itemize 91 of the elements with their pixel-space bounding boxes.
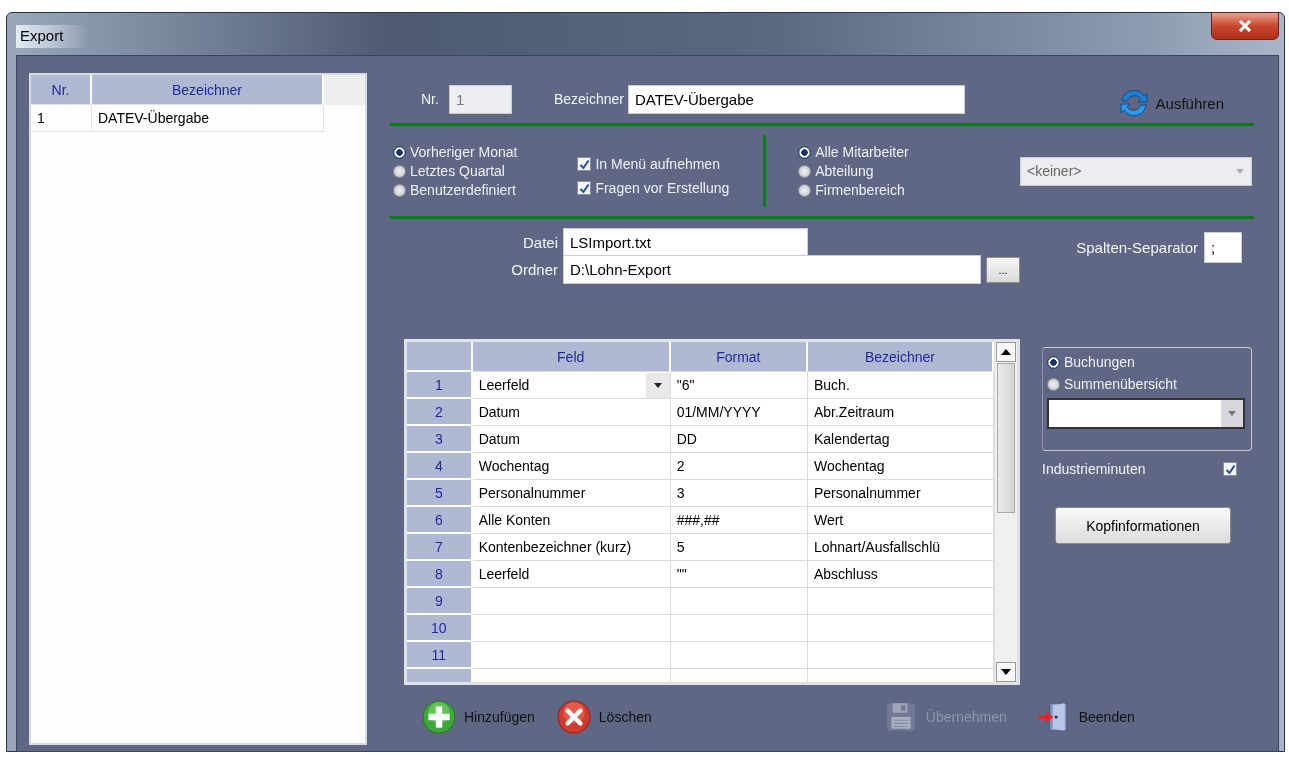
- table-cell: 3: [670, 480, 808, 507]
- plus-icon: [422, 700, 456, 734]
- radio-label[interactable]: Abteilung: [815, 163, 874, 179]
- summary-dropdown[interactable]: [1047, 398, 1245, 429]
- checkbox[interactable]: Fragen vor Erstellung: [577, 180, 730, 196]
- table-cell: "6": [670, 372, 808, 399]
- column-header[interactable]: Nr.: [31, 75, 92, 105]
- close-icon: [1238, 20, 1252, 32]
- column-header[interactable]: Format: [670, 342, 808, 372]
- up-arrow-icon[interactable]: [1001, 349, 1011, 355]
- close-button[interactable]: [1211, 12, 1279, 40]
- down-arrow-icon[interactable]: [1001, 669, 1011, 675]
- field-label: Ordner: [511, 261, 558, 278]
- table-cell: ###,##: [670, 507, 808, 534]
- radio-button[interactable]: [798, 164, 812, 178]
- row-header[interactable]: 10: [407, 615, 473, 642]
- column-header[interactable]: Bezeichner: [92, 75, 324, 105]
- radio-label[interactable]: Firmenbereich: [815, 182, 905, 198]
- separator-field[interactable]: ;: [1204, 232, 1242, 263]
- folder-field[interactable]: D:\Lohn-Export: [563, 255, 981, 284]
- checkbox[interactable]: [1223, 462, 1237, 476]
- table-cell: Abr.Zeitraum: [807, 399, 994, 426]
- radio-label[interactable]: Summenübersicht: [1064, 376, 1177, 392]
- checkmark-icon: [578, 158, 590, 170]
- scrollbar[interactable]: [994, 342, 1017, 682]
- list-cell[interactable]: 1: [31, 105, 92, 132]
- list-cell[interactable]: DATEV-Übergabe: [92, 105, 324, 132]
- field-label: Nr.: [421, 91, 439, 107]
- column-header[interactable]: Bezeichner: [807, 342, 994, 372]
- checkmark-icon: [578, 182, 590, 194]
- radio-label[interactable]: Alle Mitarbeiter: [815, 144, 909, 160]
- row-header[interactable]: 3: [407, 426, 473, 453]
- run-button[interactable]: Ausführen: [1117, 87, 1224, 119]
- table-cell: Personalnummer: [472, 480, 671, 507]
- row-header[interactable]: 9: [407, 588, 473, 615]
- table-cell: Personalnummer: [807, 480, 994, 507]
- radio-button[interactable]: [798, 145, 812, 159]
- table-cell: Lohnart/Ausfallschlü: [807, 534, 994, 561]
- field-label: Datei: [522, 234, 558, 251]
- table-cell: "": [670, 561, 808, 588]
- table-cell: Kontenbezeichner (kurz): [472, 534, 671, 561]
- table-cell: Leerfeld: [472, 561, 671, 588]
- radio-label[interactable]: Vorheriger Monat: [410, 144, 518, 160]
- column-header[interactable]: Feld: [472, 342, 671, 372]
- row-header[interactable]: 7: [407, 534, 473, 561]
- table-cell: Wochentag: [472, 453, 671, 480]
- corner-cell: [407, 342, 473, 372]
- radio-button[interactable]: [798, 183, 812, 197]
- radio-button[interactable]: [393, 164, 406, 178]
- close-icon: [556, 700, 591, 734]
- radio-label[interactable]: Letztes Quartal: [410, 163, 505, 179]
- row-header[interactable]: 1: [407, 372, 473, 399]
- row-header[interactable]: 11: [407, 642, 473, 669]
- table-cell: Wert: [807, 507, 994, 534]
- checkbox-label: Industrieminuten: [1042, 461, 1146, 477]
- table-cell: Datum: [472, 399, 671, 426]
- table-cell: Abschluss: [807, 561, 994, 588]
- table-cell: Kalendertag: [807, 426, 994, 453]
- radio-button[interactable]: [393, 145, 406, 159]
- table-cell: 01/MM/YYYY: [670, 399, 808, 426]
- caret-icon: [653, 382, 662, 388]
- table-cell: 5: [670, 534, 808, 561]
- browse-button[interactable]: ...: [986, 256, 1020, 283]
- field-label: Spalten-Separator: [1076, 239, 1198, 256]
- name-field[interactable]: DATEV-Übergabe: [627, 84, 965, 114]
- radio-label[interactable]: Benutzerdefiniert: [410, 182, 516, 198]
- radio-label[interactable]: Buchungen: [1064, 354, 1135, 370]
- row-header[interactable]: 4: [407, 453, 473, 480]
- file-field[interactable]: LSImport.txt: [563, 228, 808, 257]
- table-cell: Datum: [472, 426, 671, 453]
- radio-button[interactable]: [393, 183, 406, 197]
- checkbox[interactable]: In Menü aufnehmen: [577, 156, 730, 172]
- exit-button[interactable]: Beenden: [1036, 700, 1135, 734]
- dropdown-cell[interactable]: Leerfeld: [472, 372, 671, 399]
- table-cell: Wochentag: [807, 453, 994, 480]
- radio-button[interactable]: [1047, 355, 1060, 369]
- table-cell: Alle Konten: [472, 507, 671, 534]
- delete-button[interactable]: Löschen: [556, 700, 652, 734]
- row-header[interactable]: 6: [407, 507, 473, 534]
- refresh-icon: [1117, 87, 1150, 119]
- caret-icon: [1236, 168, 1244, 174]
- row-header[interactable]: 8: [407, 561, 473, 588]
- row-header[interactable]: 5: [407, 480, 473, 507]
- add-button[interactable]: Hinzufügen: [422, 700, 535, 734]
- radio-button[interactable]: [1047, 377, 1060, 391]
- field-label: Bezeichner: [553, 91, 624, 107]
- row-header[interactable]: 2: [407, 399, 473, 426]
- header-info-button[interactable]: Kopfinformationen: [1055, 507, 1231, 544]
- table-cell: DD: [670, 426, 808, 453]
- table-cell: 2: [670, 453, 808, 480]
- caret-icon: [1228, 411, 1236, 416]
